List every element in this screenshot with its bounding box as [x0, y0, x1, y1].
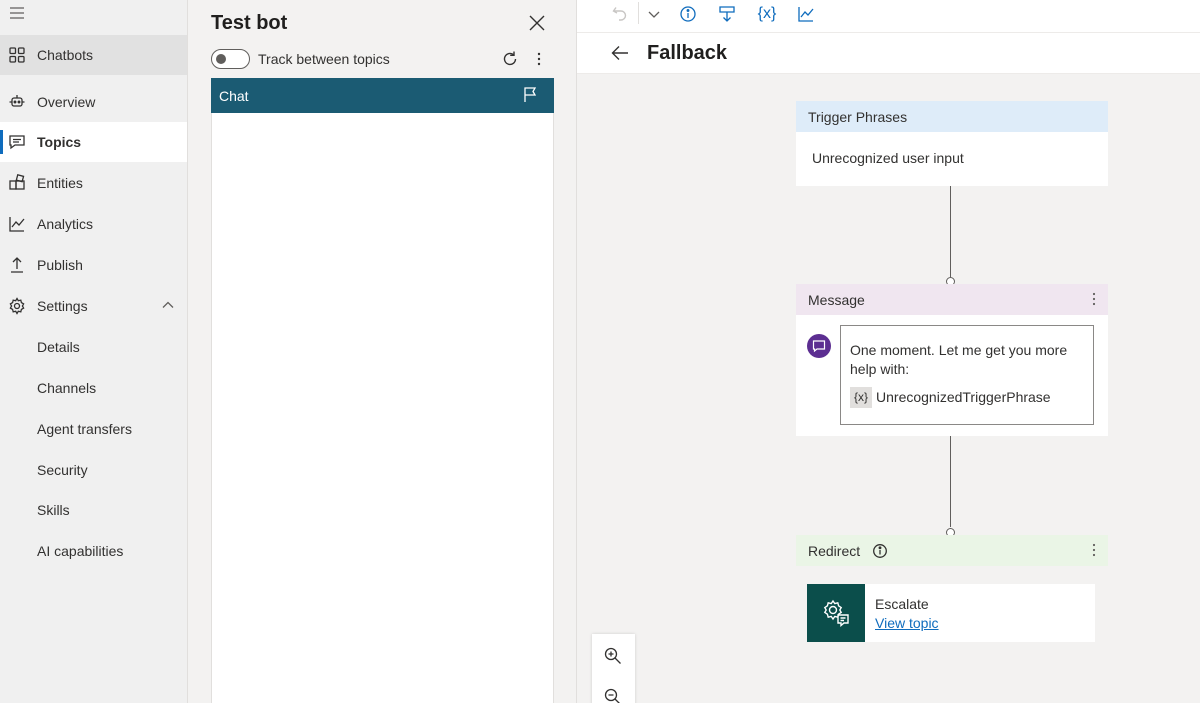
message-text: One moment. Let me get you more help wit… — [850, 342, 1068, 377]
nav-item-label: Analytics — [37, 216, 94, 232]
chat-tab-label: Chat — [219, 87, 249, 104]
zoom-out-icon[interactable] — [603, 687, 623, 703]
undo-icon[interactable] — [609, 3, 631, 25]
nav-item-label: AI capabilities — [37, 543, 124, 559]
nav-item-label: Skills — [37, 502, 70, 518]
message-node-header: Message — [796, 284, 1108, 315]
canvas-toolbar: {x} — [577, 0, 1200, 33]
nav-item-publish[interactable]: Publish — [0, 245, 187, 285]
nav-item-analytics[interactable]: Analytics — [0, 204, 187, 244]
chat-header: Chat — [211, 78, 554, 113]
nav-item-security[interactable]: Security — [0, 450, 187, 490]
trigger-phrase-text: Unrecognized user input — [812, 150, 964, 166]
page-title: Fallback — [647, 42, 728, 64]
redirect-node-header: Redirect — [796, 535, 1108, 566]
chevron-up-icon[interactable] — [161, 298, 175, 312]
nav-item-label: Settings — [37, 298, 88, 314]
nav-item-topics[interactable]: Topics — [0, 122, 187, 162]
grid-apps-icon — [8, 46, 26, 64]
variables-icon[interactable]: {x} — [754, 3, 780, 25]
redirect-topic-card[interactable]: Escalate View topic — [807, 584, 1095, 642]
nav-item-entities[interactable]: Entities — [0, 163, 187, 203]
back-arrow-icon[interactable] — [610, 44, 630, 62]
zoom-in-icon[interactable] — [603, 646, 623, 666]
flag-icon[interactable] — [522, 86, 540, 104]
overview-icon — [8, 93, 26, 111]
message-bubble-icon — [807, 334, 831, 358]
nav-item-label: Security — [37, 462, 88, 478]
nav-item-label: Channels — [37, 380, 97, 396]
nav-item-label: Overview — [37, 94, 96, 110]
refresh-icon[interactable] — [500, 49, 520, 69]
chevron-down-icon[interactable] — [643, 3, 665, 25]
entities-icon — [8, 174, 26, 192]
hamburger-menu-icon[interactable] — [8, 4, 26, 22]
nav-item-label: Details — [37, 339, 80, 355]
redirect-header-label: Redirect — [808, 542, 861, 559]
zoom-controls — [592, 634, 635, 703]
nav-item-label: Entities — [37, 175, 83, 191]
nav-item-details[interactable]: Details — [0, 327, 187, 367]
variable-name: UnrecognizedTriggerPhrase — [876, 389, 1051, 405]
test-bot-panel: Test bot Track between topics Chat — [188, 0, 577, 703]
redirect-node[interactable]: Redirect Escalate View topic — [796, 535, 1108, 655]
nav-item-label: Agent transfers — [37, 421, 132, 437]
left-navigation: Chatbots Overview Topics Entities Analyt… — [0, 0, 188, 703]
nav-item-ai-capabilities[interactable]: AI capabilities — [0, 531, 187, 571]
toggle-label: Track between topics — [258, 51, 390, 67]
authoring-canvas: {x} Fallback Trigger Phrases Unrecognize… — [577, 0, 1200, 703]
message-header-label: Message — [808, 291, 865, 308]
connector-line — [950, 186, 951, 277]
info-icon[interactable] — [872, 543, 888, 559]
close-icon[interactable] — [528, 14, 546, 32]
publish-icon — [8, 256, 26, 274]
more-options-icon[interactable] — [1088, 290, 1100, 308]
nav-item-agent-transfers[interactable]: Agent transfers — [0, 409, 187, 449]
toolbar-separator — [638, 2, 639, 24]
topic-title-bar: Fallback — [577, 33, 1200, 74]
more-options-icon[interactable] — [531, 50, 547, 68]
message-text-box[interactable]: One moment. Let me get you more help wit… — [840, 325, 1094, 425]
nav-item-label: Publish — [37, 257, 83, 273]
message-node[interactable]: Message One moment. Let me get you more … — [796, 284, 1108, 436]
analytics-chart-icon[interactable] — [795, 3, 817, 25]
settings-gear-icon — [8, 297, 26, 315]
nav-item-label: Chatbots — [37, 47, 94, 63]
track-between-topics-toggle[interactable] — [211, 49, 250, 69]
topic-checker-icon[interactable] — [716, 3, 738, 25]
variable-chip[interactable]: {x} UnrecognizedTriggerPhrase — [850, 387, 1051, 408]
trigger-node-header: Trigger Phrases — [796, 101, 1108, 132]
topics-icon — [8, 133, 26, 151]
nav-item-settings[interactable]: Settings — [0, 286, 187, 326]
nav-item-overview[interactable]: Overview — [0, 82, 187, 122]
nav-item-label: Topics — [37, 134, 82, 150]
connector-line — [950, 436, 951, 527]
nav-item-channels[interactable]: Channels — [0, 368, 187, 408]
toggle-knob — [216, 54, 226, 64]
test-bot-title: Test bot — [211, 12, 288, 34]
chat-conversation-area[interactable] — [211, 113, 554, 703]
variable-icon: {x} — [850, 387, 873, 408]
redirect-topic-name: Escalate — [875, 596, 929, 612]
more-options-icon[interactable] — [1088, 541, 1100, 559]
nav-item-skills[interactable]: Skills — [0, 490, 187, 530]
view-topic-link[interactable]: View topic — [875, 615, 939, 631]
details-info-icon[interactable] — [677, 3, 699, 25]
nav-item-chatbots[interactable]: Chatbots — [0, 35, 187, 75]
analytics-icon — [8, 215, 26, 233]
topic-gear-chat-icon — [807, 584, 865, 642]
trigger-phrases-node[interactable]: Trigger Phrases Unrecognized user input — [796, 101, 1108, 186]
